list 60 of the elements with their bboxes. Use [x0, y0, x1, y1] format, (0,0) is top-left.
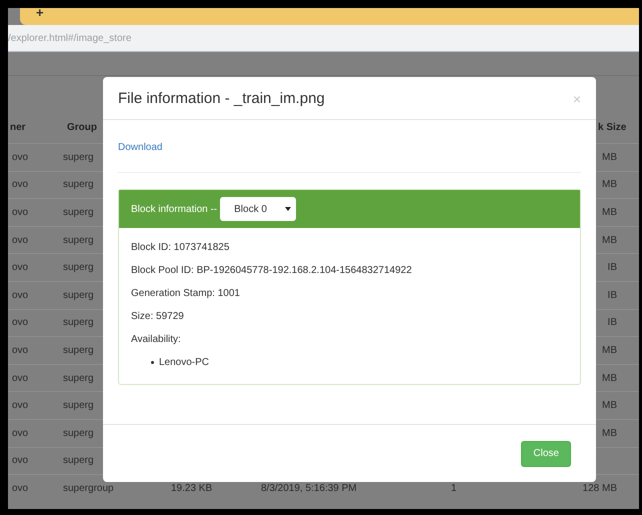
column-header[interactable]: ner: [10, 120, 26, 134]
table-cell: superg: [63, 152, 94, 163]
table-cell: ovo: [12, 234, 28, 246]
info-line: Block ID: 1073741825: [131, 241, 230, 255]
dialog-title: File information - _train_im.png: [118, 88, 325, 109]
table-cell: ovo: [12, 152, 28, 163]
info-line: Generation Stamp: 1001: [131, 287, 241, 301]
table-cell: MB: [602, 234, 617, 246]
column-header[interactable]: Group: [67, 120, 97, 134]
address-bar[interactable]: /explorer.html#/image_store: [8, 25, 639, 52]
table-cell: superg: [63, 428, 94, 439]
table-cell: superg: [63, 317, 94, 328]
host-name: Lenovo-PC: [159, 356, 210, 370]
table-cell: ovo: [12, 428, 28, 439]
block-select[interactable]: Block 0: [220, 197, 296, 221]
table-cell: 1: [451, 482, 457, 494]
table-cell: supergroup: [63, 482, 114, 494]
close-button[interactable]: Close: [521, 440, 571, 466]
table-cell: superg: [63, 372, 94, 384]
caret-icon: [285, 207, 292, 211]
table-cell: 8/3/2019, 5:16:39 PM: [261, 482, 357, 494]
table-cell: IB: [608, 262, 617, 274]
info-line: Availability:: [131, 333, 182, 347]
table-cell: MB: [602, 152, 617, 163]
table-cell: MB: [602, 206, 617, 218]
panel-heading-text: Block information --: [131, 202, 218, 216]
table-cell: ovo: [12, 179, 28, 190]
table-cell: 128 MB: [582, 482, 617, 494]
table-cell: superg: [63, 290, 94, 301]
table-cell: ovo: [12, 344, 28, 356]
table-cell: IB: [608, 317, 617, 328]
table-cell: superg: [63, 262, 94, 274]
table-cell: MB: [602, 428, 617, 439]
bullet-icon: [151, 361, 154, 364]
table-cell: superg: [63, 455, 94, 466]
table-cell: superg: [63, 206, 94, 218]
column-header[interactable]: k Size: [598, 120, 626, 134]
table-cell: superg: [63, 234, 94, 246]
table-cell: MB: [602, 400, 617, 412]
info-line: Block Pool ID: BP-1926045778-192.168.2.104-1564832714922: [131, 264, 413, 278]
table-cell: ovo: [12, 372, 28, 384]
table-cell: superg: [63, 179, 94, 190]
new-tab-button[interactable]: +: [36, 8, 44, 18]
info-line: Size: 59729: [131, 310, 185, 324]
download-link[interactable]: Download: [118, 142, 162, 153]
table-cell: IB: [608, 290, 617, 301]
table-cell: ovo: [12, 206, 28, 218]
table-cell: superg: [63, 344, 94, 356]
table-cell: MB: [602, 179, 617, 190]
table-cell: ovo: [12, 262, 28, 274]
table-cell: ovo: [12, 482, 28, 494]
table-cell: MB: [602, 372, 617, 384]
table-cell: ovo: [12, 455, 28, 466]
table-cell: superg: [63, 400, 94, 412]
table-cell: 19.23 KB: [171, 482, 212, 494]
table-cell: ovo: [12, 317, 28, 328]
table-cell: ovo: [12, 290, 28, 301]
table-cell: MB: [602, 344, 617, 356]
table-cell: ovo: [12, 400, 28, 412]
url-text: /explorer.html#/image_store: [8, 32, 132, 46]
